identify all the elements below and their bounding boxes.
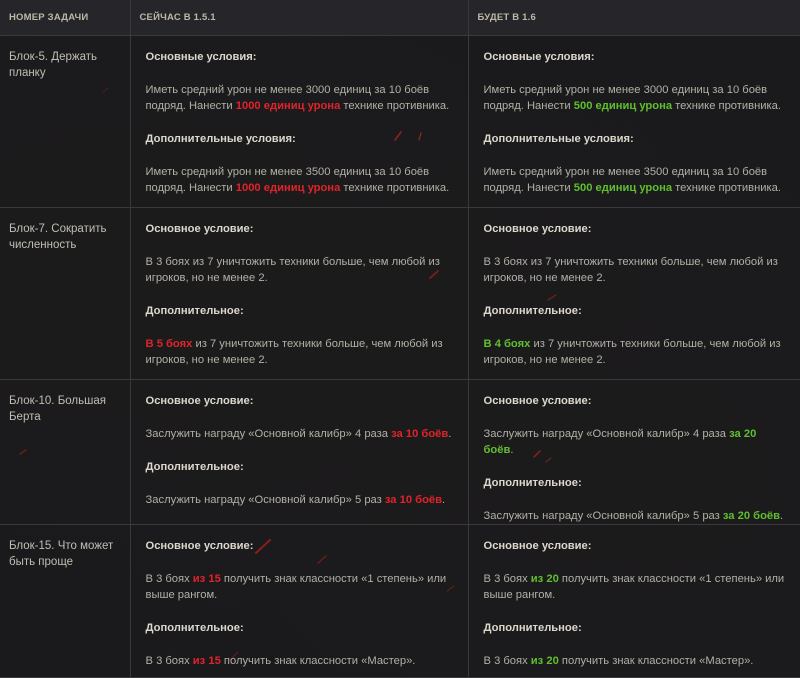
main-condition-label: Основное условие:	[483, 223, 592, 235]
current-conditions: Основное условие: В 3 боях из 7 уничтожи…	[129, 207, 468, 380]
extra-condition-text: В 3 боях из 20 получить знак классности …	[483, 655, 754, 667]
changed-value: из 15	[192, 655, 221, 667]
table-row: Блок-10. Большая Берта Основное условие:…	[0, 379, 800, 525]
main-condition-label: Основные условия:	[483, 51, 595, 63]
new-conditions: Основные условия: Иметь средний урон не …	[467, 35, 800, 208]
extra-condition-text: В 5 боях из 7 уничтожить техники больше,…	[145, 338, 443, 366]
extra-condition-text: Заслужить награду «Основной калибр» 5 ра…	[145, 494, 446, 506]
extra-condition-text: Иметь средний урон не менее 3500 единиц …	[483, 166, 782, 194]
changed-value: за 10 боёв	[391, 428, 449, 440]
changed-value: из 20	[530, 655, 559, 667]
changed-value: 500 единиц урона	[573, 100, 673, 112]
changed-value: из 20	[530, 573, 559, 585]
extra-condition-label: Дополнительное:	[145, 461, 244, 473]
main-condition-label: Основное условие:	[145, 395, 254, 407]
main-condition-label: Основные условия:	[145, 51, 257, 63]
task-name: Блок-7. Сократить численность	[0, 207, 130, 380]
extra-condition-label: Дополнительное:	[483, 305, 582, 317]
changed-value: 1000 единиц урона	[235, 100, 341, 112]
main-condition-label: Основное условие:	[483, 395, 592, 407]
table-row: Блок-15. Что может быть проще Основное у…	[0, 524, 800, 678]
extra-condition-label: Дополнительное:	[483, 477, 582, 489]
header-task-number: НОМЕР ЗАДАЧИ	[0, 0, 130, 36]
changed-value: В 5 боях	[145, 338, 193, 350]
changed-value: 500 единиц урона	[573, 182, 673, 194]
changed-value: за 10 боёв	[384, 494, 443, 506]
extra-condition-label: Дополнительное:	[145, 622, 244, 634]
new-conditions: Основное условие: В 3 боях из 20 получит…	[467, 524, 800, 678]
extra-condition-label: Дополнительное:	[145, 305, 244, 317]
main-condition-text: В 3 боях из 15 получить знак классности …	[145, 573, 447, 601]
main-condition-text: Иметь средний урон не менее 3000 единиц …	[145, 84, 450, 112]
changed-value: из 15	[192, 573, 221, 585]
current-conditions: Основные условия: Иметь средний урон не …	[129, 35, 468, 208]
extra-condition-text: В 3 боях из 15 получить знак классности …	[145, 655, 416, 667]
task-name: Блок-5. Держать планку	[0, 35, 130, 208]
main-condition-text: Заслужить награду «Основной калибр» 4 ра…	[145, 428, 452, 440]
main-condition-label: Основное условие:	[145, 540, 254, 552]
changed-value: за 20 боёв	[722, 510, 781, 522]
table-row: Блок-7. Сократить численность Основное у…	[0, 207, 800, 380]
extra-condition-text: В 4 боях из 7 уничтожить техники больше,…	[483, 338, 781, 366]
main-condition-text: В 3 боях из 20 получить знак классности …	[483, 573, 785, 601]
task-name: Блок-15. Что может быть проще	[0, 524, 130, 678]
current-conditions: Основное условие: Заслужить награду «Осн…	[129, 379, 468, 525]
header-next-version: БУДЕТ В 1.6	[467, 0, 800, 36]
extra-condition-text: Заслужить награду «Основной калибр» 5 ра…	[483, 510, 784, 522]
main-condition-text: Заслужить награду «Основной калибр» 4 ра…	[483, 428, 757, 456]
changed-value: 1000 единиц урона	[235, 182, 341, 194]
extra-condition-label: Дополнительные условия:	[145, 133, 296, 145]
main-condition-label: Основное условие:	[483, 540, 592, 552]
main-condition-text: В 3 боях из 7 уничтожить техники больше,…	[145, 256, 440, 284]
new-conditions: Основное условие: Заслужить награду «Осн…	[467, 379, 800, 525]
extra-condition-label: Дополнительные условия:	[483, 133, 634, 145]
task-name: Блок-10. Большая Берта	[0, 379, 130, 525]
current-conditions: Основное условие: В 3 боях из 15 получит…	[129, 524, 468, 678]
changes-table: НОМЕР ЗАДАЧИ СЕЙЧАС В 1.5.1 БУДЕТ В 1.6 …	[0, 0, 800, 678]
main-condition-text: В 3 боях из 7 уничтожить техники больше,…	[483, 256, 778, 284]
extra-condition-label: Дополнительное:	[483, 622, 582, 634]
extra-condition-text: Иметь средний урон не менее 3500 единиц …	[145, 166, 450, 194]
table-row: Блок-5. Держать планку Основные условия:…	[0, 35, 800, 208]
main-condition-label: Основное условие:	[145, 223, 254, 235]
new-conditions: Основное условие: В 3 боях из 7 уничтожи…	[467, 207, 800, 380]
header-current-version: СЕЙЧАС В 1.5.1	[129, 0, 468, 36]
changed-value: В 4 боях	[483, 338, 531, 350]
main-condition-text: Иметь средний урон не менее 3000 единиц …	[483, 84, 782, 112]
table-header: НОМЕР ЗАДАЧИ СЕЙЧАС В 1.5.1 БУДЕТ В 1.6	[0, 0, 800, 36]
